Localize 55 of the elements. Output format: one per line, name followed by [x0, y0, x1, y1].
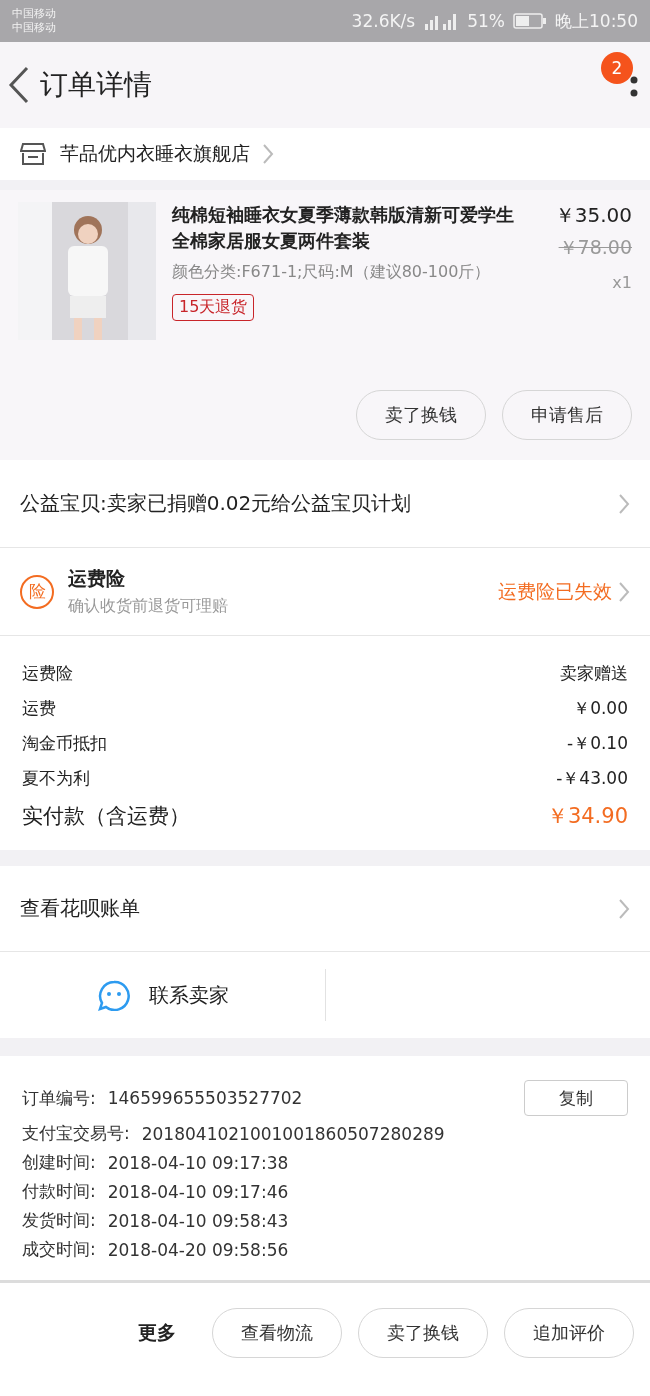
info-value: 146599655503527702 — [107, 1088, 304, 1108]
cost-value: -￥43.00 — [556, 767, 628, 790]
shop-name[interactable]: 芊品优内衣睡衣旗舰店 — [60, 141, 250, 167]
info-value: 2018-04-10 09:17:46 — [107, 1181, 290, 1202]
product-title[interactable]: 纯棉短袖睡衣女夏季薄款韩版清新可爱学生全棉家居服女夏两件套装 — [172, 202, 530, 254]
info-label: 订单编号: — [22, 1086, 96, 1110]
cost-label: 运费 — [22, 697, 56, 720]
chevron-right-icon — [618, 580, 630, 603]
cost-value: 卖家赠送 — [560, 662, 628, 685]
cost-value: ￥34.90 — [546, 803, 628, 830]
store-icon — [20, 142, 46, 166]
return-policy-tag: 15天退货 — [172, 294, 255, 321]
product-variant: 颜色分类:F671-1;尺码:M（建议80-100斤） — [172, 261, 492, 283]
cost-label: 运费险 — [22, 662, 73, 685]
info-label: 发货时间: — [22, 1209, 96, 1232]
network-speed: 32.6K/s — [351, 11, 416, 31]
more-link[interactable]: 更多 — [138, 1319, 176, 1346]
copy-button[interactable]: 复制 — [524, 1080, 628, 1116]
action-button[interactable]: 卖了换钱 — [356, 390, 486, 440]
info-label: 创建时间: — [22, 1151, 96, 1174]
info-value: 2018-04-20 09:58:56 — [107, 1239, 290, 1260]
info-value: 2018-04-10 09:17:38 — [107, 1152, 290, 1173]
action-button[interactable]: 卖了换钱 — [358, 1307, 488, 1358]
insurance-title: 运费险 — [68, 566, 126, 591]
cost-label: 淘金币抵扣 — [22, 732, 107, 755]
product-price: ￥35.00 — [554, 202, 632, 229]
chevron-right-icon — [618, 897, 630, 920]
original-price: ￥78.00 — [558, 235, 632, 260]
info-value: 2018-04-10 09:58:43 — [107, 1210, 290, 1231]
chat-face-icon — [96, 979, 131, 1011]
battery-icon — [513, 12, 547, 30]
cost-value: ￥0.00 — [573, 697, 628, 720]
action-button[interactable]: 查看物流 — [212, 1307, 342, 1358]
info-label: 付款时间: — [22, 1180, 96, 1203]
info-value: 2018041021001001860507280289 — [141, 1123, 446, 1144]
back-icon[interactable] — [8, 66, 30, 104]
insurance-status: 运费险已失效 — [498, 578, 612, 604]
quantity: x1 — [612, 273, 632, 292]
cost-value: -￥0.10 — [567, 732, 628, 755]
cost-label: 夏不为利 — [22, 767, 90, 790]
carrier-name: 中国移动 — [12, 7, 56, 21]
battery-percent: 51% — [467, 11, 505, 31]
action-button[interactable]: 申请售后 — [502, 390, 632, 440]
insurance-subtitle: 确认收货前退货可理赔 — [68, 596, 229, 617]
info-label: 支付宝交易号: — [22, 1122, 130, 1145]
carrier-name: 中国移动 — [12, 21, 56, 35]
notification-badge: 2 — [601, 52, 633, 84]
insurance-icon: 险 — [20, 574, 54, 609]
chevron-right-icon — [618, 492, 630, 515]
info-label: 成交时间: — [22, 1238, 96, 1261]
cost-label: 实付款（含运费） — [22, 803, 190, 830]
action-button[interactable]: 追加评价 — [504, 1307, 634, 1358]
page-title: 订单详情 — [40, 67, 152, 103]
chevron-right-icon — [262, 143, 274, 165]
clock-time: 晚上10:50 — [555, 9, 638, 33]
